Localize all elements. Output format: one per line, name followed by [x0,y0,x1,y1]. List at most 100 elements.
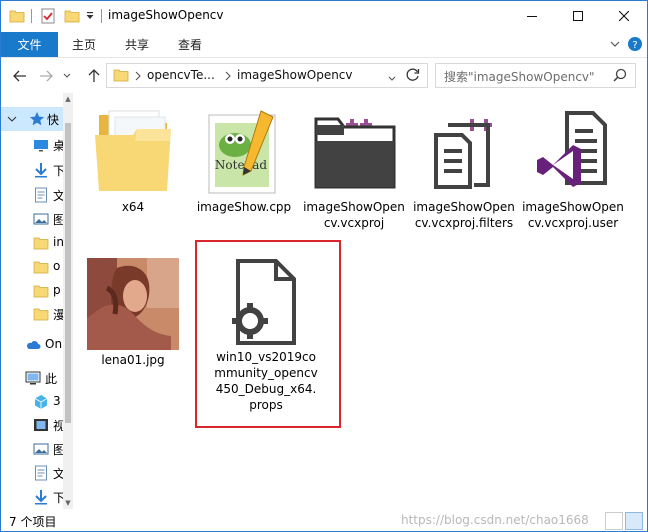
properties-check-icon[interactable] [41,7,55,25]
nav-item-pictures-pc[interactable]: 图 [1,437,63,461]
file-name: imageShow.cpp [196,200,292,214]
file-name: imageShowOpencv.vcxproj.user [522,200,624,230]
desktop-icon [34,140,48,152]
document-icon [35,187,47,203]
arrow-left-icon [13,70,26,82]
nav-item-label: 下 [53,489,63,506]
file-item[interactable]: x64 [79,105,187,225]
scroll-up-icon[interactable]: ▲ [63,94,73,104]
ribbon-tabs: 文件 主页 共享 查看 ? [1,32,647,58]
up-button[interactable] [85,67,103,85]
file-item[interactable]: imageShowOpencv.vcxproj.filters [410,105,518,265]
tab-share[interactable]: 共享 [125,32,149,57]
nav-item-label: 此 [45,372,58,386]
folder-icon [113,68,129,85]
breadcrumb-chevron-icon [135,70,141,84]
nav-item-label: 图 [53,441,63,458]
chevron-down-icon [388,76,396,81]
nav-item-documents[interactable]: 文 [1,183,63,207]
nav-item-desktop[interactable]: 桌 [1,133,63,157]
nav-item-folder-o[interactable]: o [1,255,63,279]
help-icon: ? [628,37,642,51]
pc-icon [25,371,41,385]
nav-item-label: On [45,337,63,351]
expand-ribbon-button[interactable] [607,36,623,52]
quick-access-folder-icon[interactable] [9,7,25,25]
chevron-down-icon [63,73,71,78]
refresh-button[interactable] [405,67,421,86]
customize-toolbar-chevron-icon[interactable] [85,7,95,25]
tab-view[interactable]: 查看 [178,32,202,57]
picture-icon [33,213,49,225]
large-icons-view-button[interactable] [625,512,643,530]
nav-item-folder-p[interactable]: p [1,279,63,303]
details-view-button[interactable] [605,512,623,530]
file-list: x64 Notepad imageShow.cpp imageShowOpenc… [74,93,647,509]
nav-item-this-pc[interactable]: 此 [1,366,63,390]
chevron-down-icon [610,41,620,47]
download-icon [35,163,47,178]
file-item[interactable]: imageShowOpencv.vcxproj [300,105,408,245]
nav-item-label: 漫 [53,306,63,323]
new-folder-icon[interactable] [64,7,80,25]
close-button[interactable] [601,1,647,31]
folder-icon [33,308,49,321]
search-icon[interactable] [613,68,627,85]
file-item[interactable]: lena01.jpg [79,258,187,378]
tab-home[interactable]: 主页 [72,32,96,57]
recent-locations-button[interactable] [61,67,73,85]
nav-item-label: 3 [53,394,61,408]
maximize-icon [573,11,583,21]
nav-item-3d-objects[interactable]: 3 [1,390,63,414]
watermark: https://blog.csdn.net/chao1668 [401,513,589,527]
nav-item-downloads-pc[interactable]: 下 [1,485,63,509]
nav-item-label: in [53,235,63,249]
search-input[interactable]: 搜索"imageShowOpencv" [435,63,636,88]
chevron-down-icon [7,116,17,122]
nav-item-folder-in[interactable]: in [1,231,63,255]
title-separator [31,9,32,23]
file-name: x64 [121,200,145,214]
address-row: opencvTe... imageShowOpencv 搜索"imageShow… [1,58,647,93]
scroll-down-icon[interactable]: ▼ [63,498,73,508]
nav-item-quick-access[interactable]: 快 [1,107,63,131]
nav-item-label: 文 [53,465,63,482]
nav-item-label: 快 [47,113,60,127]
address-dropdown-button[interactable] [388,71,396,85]
minimize-icon [527,16,537,17]
help-button[interactable]: ? [627,36,643,52]
breadcrumb-chevron-icon [225,70,231,84]
file-item[interactable]: Notepad imageShow.cpp [190,105,298,225]
arrow-up-icon [88,69,100,82]
tab-file[interactable]: 文件 [1,32,58,57]
title-separator [101,9,102,23]
nav-item-folder-man[interactable]: 漫 [1,302,63,326]
folder-icon [79,105,187,195]
scrollbar-thumb[interactable] [65,123,71,423]
navigation-scrollbar[interactable]: ▲ ▼ [63,93,73,509]
back-button[interactable] [11,67,29,85]
nav-item-label: 下 [53,162,63,179]
file-item-selected[interactable]: win10_vs2019community_opencv450_Debug_x6… [212,255,320,421]
file-item[interactable]: imageShowOpencv.vcxproj.user [519,105,627,245]
nav-item-pictures[interactable]: 图 [1,207,63,231]
folder-icon [33,237,49,250]
nav-item-videos[interactable]: 视 [1,413,63,437]
cloud-icon [26,341,41,349]
nav-item-downloads[interactable]: 下 [1,158,63,182]
image-thumbnail [79,258,187,350]
nav-item-label: o [53,259,61,273]
file-name: lena01.jpg [101,353,165,367]
maximize-button[interactable] [555,1,601,31]
vcxproj-icon [300,105,408,195]
minimize-button[interactable] [509,1,555,31]
nav-item-onedrive[interactable]: On [1,333,63,357]
forward-button[interactable] [37,67,55,85]
document-icon [35,465,47,481]
breadcrumb-current[interactable]: imageShowOpencv [237,68,353,82]
breadcrumb-parent[interactable]: opencvTe... [147,68,215,82]
address-bar[interactable]: opencvTe... imageShowOpencv [106,63,428,88]
nav-item-documents-pc[interactable]: 文 [1,461,63,485]
nav-item-label: 视 [53,417,63,434]
svg-text:Notepad: Notepad [215,158,267,172]
